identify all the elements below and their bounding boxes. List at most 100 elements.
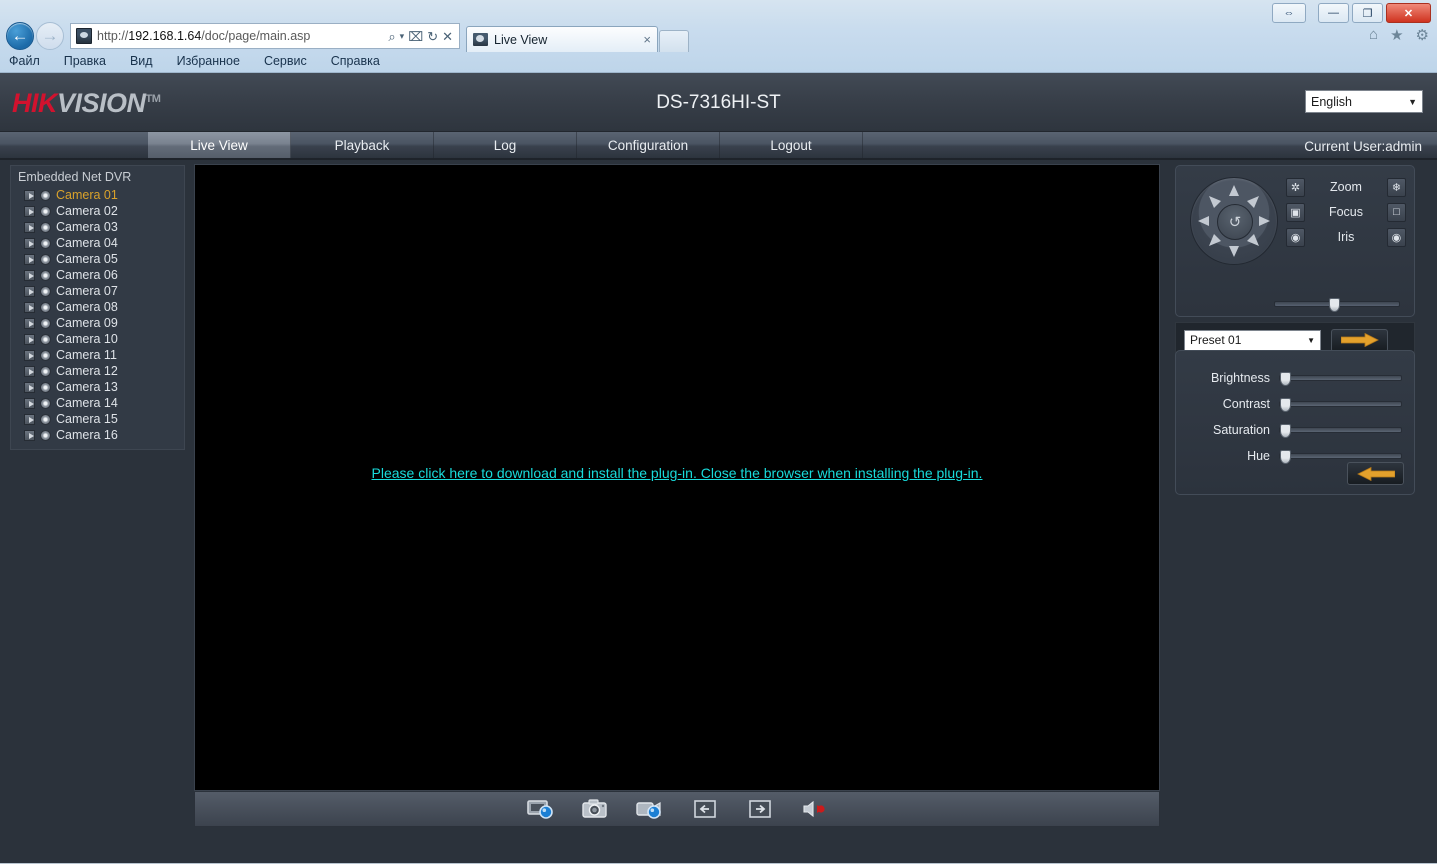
plugin-download-link[interactable]: Please click here to download and instal… bbox=[195, 465, 1159, 481]
ptz-direction-pad[interactable]: ↺ bbox=[1190, 177, 1278, 265]
camera-list-item[interactable]: Camera 02 bbox=[18, 203, 184, 219]
language-select[interactable]: English ▼ bbox=[1305, 90, 1423, 113]
back-button[interactable]: ← bbox=[6, 22, 34, 50]
reset-image-settings-button[interactable] bbox=[1347, 462, 1404, 485]
camera-list-item[interactable]: Camera 01 bbox=[18, 187, 184, 203]
tab-log[interactable]: Log bbox=[434, 132, 577, 158]
camera-list-item[interactable]: Camera 10 bbox=[18, 331, 184, 347]
tab-logout[interactable]: Logout bbox=[720, 132, 863, 158]
camera-play-icon[interactable] bbox=[24, 285, 35, 297]
tab-playback[interactable]: Playback bbox=[291, 132, 434, 158]
camera-list-item[interactable]: Camera 12 bbox=[18, 363, 184, 379]
forward-button[interactable]: → bbox=[36, 22, 64, 50]
image-setting-slider-handle[interactable] bbox=[1280, 398, 1291, 412]
audio-mute-icon[interactable] bbox=[800, 798, 830, 820]
camera-play-icon[interactable] bbox=[24, 237, 35, 249]
focus-far-button[interactable]: □ bbox=[1386, 202, 1406, 222]
maximize-icon: ❐ bbox=[1362, 7, 1373, 20]
camera-play-icon[interactable] bbox=[24, 397, 35, 409]
image-setting-slider[interactable] bbox=[1279, 450, 1402, 464]
focus-near-button[interactable]: ▣ bbox=[1286, 202, 1305, 222]
camera-play-icon[interactable] bbox=[24, 317, 35, 329]
camera-list-item[interactable]: Camera 06 bbox=[18, 267, 184, 283]
new-tab-button[interactable] bbox=[659, 30, 689, 52]
menu-item-file[interactable]: Файл bbox=[6, 53, 43, 69]
tab-close-icon[interactable]: × bbox=[643, 32, 651, 47]
camera-play-icon[interactable] bbox=[24, 189, 35, 201]
image-setting-slider-handle[interactable] bbox=[1280, 372, 1291, 386]
camera-list-item[interactable]: Camera 13 bbox=[18, 379, 184, 395]
camera-list-item[interactable]: Camera 09 bbox=[18, 315, 184, 331]
camera-list-item[interactable]: Camera 15 bbox=[18, 411, 184, 427]
image-setting-slider-handle[interactable] bbox=[1280, 450, 1291, 464]
window-restore-down-button[interactable]: ⇔ bbox=[1272, 3, 1306, 23]
gear-icon[interactable]: ⚙ bbox=[1416, 26, 1429, 44]
favorites-icon[interactable]: ★ bbox=[1390, 26, 1403, 44]
tab-live-view[interactable]: Live View bbox=[148, 132, 291, 158]
camera-list-item[interactable]: Camera 07 bbox=[18, 283, 184, 299]
zoom-out-button[interactable]: ✲ bbox=[1286, 177, 1305, 197]
stop-icon[interactable]: ✕ bbox=[442, 30, 453, 43]
menu-item-help[interactable]: Справка bbox=[328, 53, 383, 69]
camera-play-icon[interactable] bbox=[24, 349, 35, 361]
camera-play-icon[interactable] bbox=[24, 205, 35, 217]
camera-play-icon[interactable] bbox=[24, 413, 35, 425]
compatibility-view-icon[interactable]: ⌧ bbox=[408, 30, 423, 43]
previous-page-icon[interactable] bbox=[690, 798, 720, 820]
image-setting-slider[interactable] bbox=[1279, 398, 1402, 412]
ptz-speed-slider[interactable] bbox=[1274, 298, 1400, 312]
image-setting-slider-handle[interactable] bbox=[1280, 424, 1291, 438]
search-icon[interactable]: ⌕ bbox=[388, 30, 395, 43]
start-live-view-icon[interactable] bbox=[525, 798, 555, 820]
video-toolbar bbox=[194, 792, 1160, 827]
camera-list-item[interactable]: Camera 03 bbox=[18, 219, 184, 235]
menu-item-edit[interactable]: Правка bbox=[61, 53, 109, 69]
home-icon[interactable]: ⌂ bbox=[1369, 26, 1378, 44]
address-url-text[interactable]: http://192.168.1.64/doc/page/main.asp bbox=[97, 29, 388, 43]
menu-item-tools[interactable]: Сервис bbox=[261, 53, 310, 69]
goto-preset-button[interactable] bbox=[1331, 328, 1388, 352]
iris-close-button[interactable]: ◉ bbox=[1286, 227, 1305, 247]
ptz-auto-scan-button[interactable]: ↺ bbox=[1217, 204, 1253, 240]
ptz-up-arrow bbox=[1229, 185, 1239, 196]
menu-item-view[interactable]: Вид bbox=[127, 53, 156, 69]
address-bar[interactable]: http://192.168.1.64/doc/page/main.asp ⌕ … bbox=[70, 23, 460, 49]
camera-play-icon[interactable] bbox=[24, 221, 35, 233]
camera-play-icon[interactable] bbox=[24, 429, 35, 441]
capture-snapshot-icon[interactable] bbox=[580, 798, 610, 820]
window-minimize-button[interactable]: — bbox=[1318, 3, 1349, 23]
camera-list-item[interactable]: Camera 11 bbox=[18, 347, 184, 363]
record-video-icon[interactable] bbox=[635, 798, 665, 820]
menu-item-favorites[interactable]: Избранное bbox=[174, 53, 243, 69]
camera-play-icon[interactable] bbox=[24, 333, 35, 345]
next-page-icon[interactable] bbox=[745, 798, 775, 820]
tab-configuration[interactable]: Configuration bbox=[577, 132, 720, 158]
image-setting-row: Brightness bbox=[1176, 365, 1402, 391]
camera-play-icon[interactable] bbox=[24, 269, 35, 281]
camera-list: Camera 01 Camera 02 Camera 03 Camera 04 Came… bbox=[18, 187, 184, 443]
ptz-speed-slider-handle[interactable] bbox=[1329, 298, 1340, 312]
zoom-in-button[interactable]: ❄ bbox=[1386, 177, 1406, 197]
ptz-focus-row: ▣ Focus □ bbox=[1286, 201, 1406, 223]
window-close-button[interactable]: ✕ bbox=[1386, 3, 1431, 23]
iris-open-button[interactable]: ◉ bbox=[1386, 227, 1406, 247]
camera-list-item[interactable]: Camera 08 bbox=[18, 299, 184, 315]
site-favicon-icon bbox=[76, 28, 92, 44]
window-maximize-button[interactable]: ❐ bbox=[1352, 3, 1383, 23]
camera-list-item[interactable]: Camera 05 bbox=[18, 251, 184, 267]
right-arrow-icon bbox=[1340, 333, 1379, 347]
live-view-video-area[interactable]: Please click here to download and instal… bbox=[194, 164, 1160, 791]
camera-list-item[interactable]: Camera 14 bbox=[18, 395, 184, 411]
camera-play-icon[interactable] bbox=[24, 301, 35, 313]
preset-select[interactable]: Preset 01 ▼ bbox=[1184, 329, 1321, 351]
camera-play-icon[interactable] bbox=[24, 253, 35, 265]
camera-play-icon[interactable] bbox=[24, 381, 35, 393]
image-setting-slider[interactable] bbox=[1279, 372, 1402, 386]
refresh-icon[interactable]: ↻ bbox=[427, 30, 438, 43]
image-setting-slider[interactable] bbox=[1279, 424, 1402, 438]
browser-tab-live-view[interactable]: Live View × bbox=[466, 26, 658, 52]
camera-play-icon[interactable] bbox=[24, 365, 35, 377]
search-dropdown-caret-icon[interactable]: ▾ bbox=[400, 31, 405, 41]
camera-list-item[interactable]: Camera 16 bbox=[18, 427, 184, 443]
camera-list-item[interactable]: Camera 04 bbox=[18, 235, 184, 251]
